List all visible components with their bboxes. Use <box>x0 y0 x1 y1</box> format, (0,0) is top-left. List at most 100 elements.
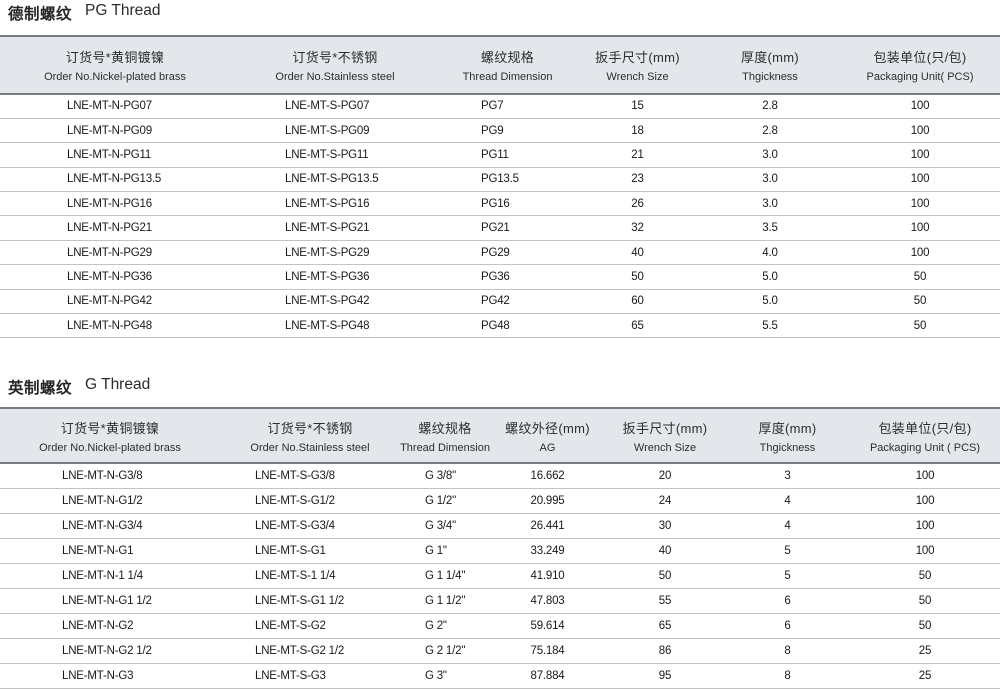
column-header-chinese: 订货号*黄铜镀镍 <box>0 418 220 437</box>
table-cell: 20.995 <box>490 488 605 513</box>
table-row: LNE-MT-N-PG21LNE-MT-S-PG21PG21323.5100 <box>0 216 1000 240</box>
table-cell: PG13.5 <box>440 167 575 191</box>
column-header-english: Order No.Nickel-plated brass <box>0 442 220 454</box>
table-cell: 100 <box>840 118 1000 142</box>
table-cell: LNE-MT-S-PG11 <box>230 143 440 167</box>
table-cell: 15 <box>575 94 700 118</box>
column-header-chinese: 螺纹外径(mm) <box>490 418 605 437</box>
pg-thread-section-title: 德制螺纹 PG Thread <box>0 0 1000 35</box>
table-cell: 100 <box>840 94 1000 118</box>
table-cell: 100 <box>850 463 1000 488</box>
column-header: 厚度(mm)Thgickness <box>725 408 850 463</box>
table-cell: LNE-MT-S-G3/4 <box>220 513 400 538</box>
table-cell: 40 <box>575 240 700 264</box>
table-row: LNE-MT-N-PG11LNE-MT-S-PG11PG11213.0100 <box>0 143 1000 167</box>
table-cell: 55 <box>605 588 725 613</box>
table-cell: LNE-MT-S-G3/8 <box>220 463 400 488</box>
table-cell: 65 <box>575 314 700 338</box>
column-header-chinese: 螺纹规格 <box>440 47 575 66</box>
column-header-english: Packaging Unit( PCS) <box>840 71 1000 83</box>
table-cell: LNE-MT-N-G2 1/2 <box>0 638 220 663</box>
table-cell: LNE-MT-N-PG36 <box>0 265 230 289</box>
table-cell: 50 <box>840 265 1000 289</box>
table-cell: LNE-MT-S-PG16 <box>230 192 440 216</box>
table-cell: PG21 <box>440 216 575 240</box>
table-cell: LNE-MT-N-1 1/4 <box>0 563 220 588</box>
table-cell: LNE-MT-N-G1 1/2 <box>0 588 220 613</box>
table-cell: 25 <box>850 638 1000 663</box>
table-cell: 100 <box>850 538 1000 563</box>
column-header: 订货号*黄铜镀镍 Order No.Nickel-plated brass <box>0 408 220 463</box>
table-cell: 26 <box>575 192 700 216</box>
table-cell: LNE-MT-S-G1 1/2 <box>220 588 400 613</box>
column-header-chinese: 厚度(mm) <box>700 47 840 66</box>
table-cell: LNE-MT-N-PG21 <box>0 216 230 240</box>
table-cell: 5 <box>725 538 850 563</box>
column-header: 螺纹规格Thread Dimension <box>400 408 490 463</box>
table-cell: LNE-MT-N-PG07 <box>0 94 230 118</box>
table-cell: 5.0 <box>700 289 840 313</box>
pg-thread-table: 订货号*黄铜镀镍Order No.Nickel-plated brass订货号*… <box>0 35 1000 338</box>
table-row: LNE-MT-N-PG13.5LNE-MT-S-PG13.5PG13.5233.… <box>0 167 1000 191</box>
table-cell: 100 <box>850 488 1000 513</box>
table-cell: 33.249 <box>490 538 605 563</box>
column-header: 扳手尺寸(mm)Wrench Size <box>605 408 725 463</box>
table-cell: PG7 <box>440 94 575 118</box>
column-header-english: Order No.Stainless steel <box>220 442 400 454</box>
table-cell: G 1 1/4" <box>400 563 490 588</box>
table-cell: 100 <box>840 192 1000 216</box>
table-cell: 23 <box>575 167 700 191</box>
table-cell: G 2 1/2" <box>400 638 490 663</box>
table-cell: LNE-MT-N-G2 <box>0 613 220 638</box>
g-thread-table: 订货号*黄铜镀镍 Order No.Nickel-plated brass订货号*… <box>0 407 1000 689</box>
table-cell: 100 <box>840 167 1000 191</box>
table-cell: LNE-MT-N-G3 <box>0 663 220 688</box>
column-header-chinese: 包装单位(只/包) <box>840 47 1000 66</box>
table-cell: LNE-MT-S-G1/2 <box>220 488 400 513</box>
table-cell: 32 <box>575 216 700 240</box>
g-thread-table-body: LNE-MT-N-G3/8LNE-MT-S-G3/8G 3/8"16.66220… <box>0 463 1000 688</box>
column-header: 订货号*黄铜镀镍Order No.Nickel-plated brass <box>0 36 230 94</box>
table-cell: PG29 <box>440 240 575 264</box>
pg-thread-section: 德制螺纹 PG Thread 订货号*黄铜镀镍Order No.Nickel-p… <box>0 0 1000 338</box>
g-thread-table-header: 订货号*黄铜镀镍 Order No.Nickel-plated brass订货号*… <box>0 408 1000 463</box>
table-cell: G 3/8" <box>400 463 490 488</box>
table-row: LNE-MT-N-1 1/4LNE-MT-S-1 1/4G 1 1/4"41.9… <box>0 563 1000 588</box>
table-row: LNE-MT-N-PG07LNE-MT-S-PG07PG7152.8100 <box>0 94 1000 118</box>
table-cell: 16.662 <box>490 463 605 488</box>
table-cell: 2.8 <box>700 94 840 118</box>
table-cell: PG42 <box>440 289 575 313</box>
table-cell: 20 <box>605 463 725 488</box>
table-row: LNE-MT-N-G3/4LNE-MT-S-G3/4G 3/4"26.44130… <box>0 513 1000 538</box>
table-cell: LNE-MT-N-G1/2 <box>0 488 220 513</box>
table-cell: 3.0 <box>700 143 840 167</box>
column-header: 螺纹外径(mm)AG <box>490 408 605 463</box>
table-cell: 50 <box>850 613 1000 638</box>
table-cell: LNE-MT-S-G3 <box>220 663 400 688</box>
column-header-chinese: 扳手尺寸(mm) <box>605 418 725 437</box>
column-header: 螺纹规格Thread Dimension <box>440 36 575 94</box>
table-row: LNE-MT-N-PG16LNE-MT-S-PG16PG16263.0100 <box>0 192 1000 216</box>
table-cell: LNE-MT-N-G3/8 <box>0 463 220 488</box>
column-header-chinese: 厚度(mm) <box>725 418 850 437</box>
table-cell: 75.184 <box>490 638 605 663</box>
column-header-english: Packaging Unit ( PCS) <box>850 442 1000 454</box>
table-cell: 3.0 <box>700 192 840 216</box>
table-cell: 100 <box>850 513 1000 538</box>
table-cell: 50 <box>575 265 700 289</box>
table-cell: LNE-MT-S-G2 <box>220 613 400 638</box>
table-row: LNE-MT-N-G3LNE-MT-S-G3G 3"87.88495825 <box>0 663 1000 688</box>
column-header: 扳手尺寸(mm)Wrench Size <box>575 36 700 94</box>
column-header: 包装单位(只/包) Packaging Unit( PCS) <box>840 36 1000 94</box>
column-header: 厚度(mm)Thgickness <box>700 36 840 94</box>
table-cell: LNE-MT-S-1 1/4 <box>220 563 400 588</box>
table-cell: 8 <box>725 663 850 688</box>
table-cell: 100 <box>840 143 1000 167</box>
table-cell: LNE-MT-N-PG09 <box>0 118 230 142</box>
table-cell: LNE-MT-N-PG29 <box>0 240 230 264</box>
table-row: LNE-MT-N-G2 1/2LNE-MT-S-G2 1/2G 2 1/2"75… <box>0 638 1000 663</box>
table-cell: PG36 <box>440 265 575 289</box>
table-cell: PG11 <box>440 143 575 167</box>
table-row: LNE-MT-N-PG29LNE-MT-S-PG29PG29404.0100 <box>0 240 1000 264</box>
table-cell: 86 <box>605 638 725 663</box>
